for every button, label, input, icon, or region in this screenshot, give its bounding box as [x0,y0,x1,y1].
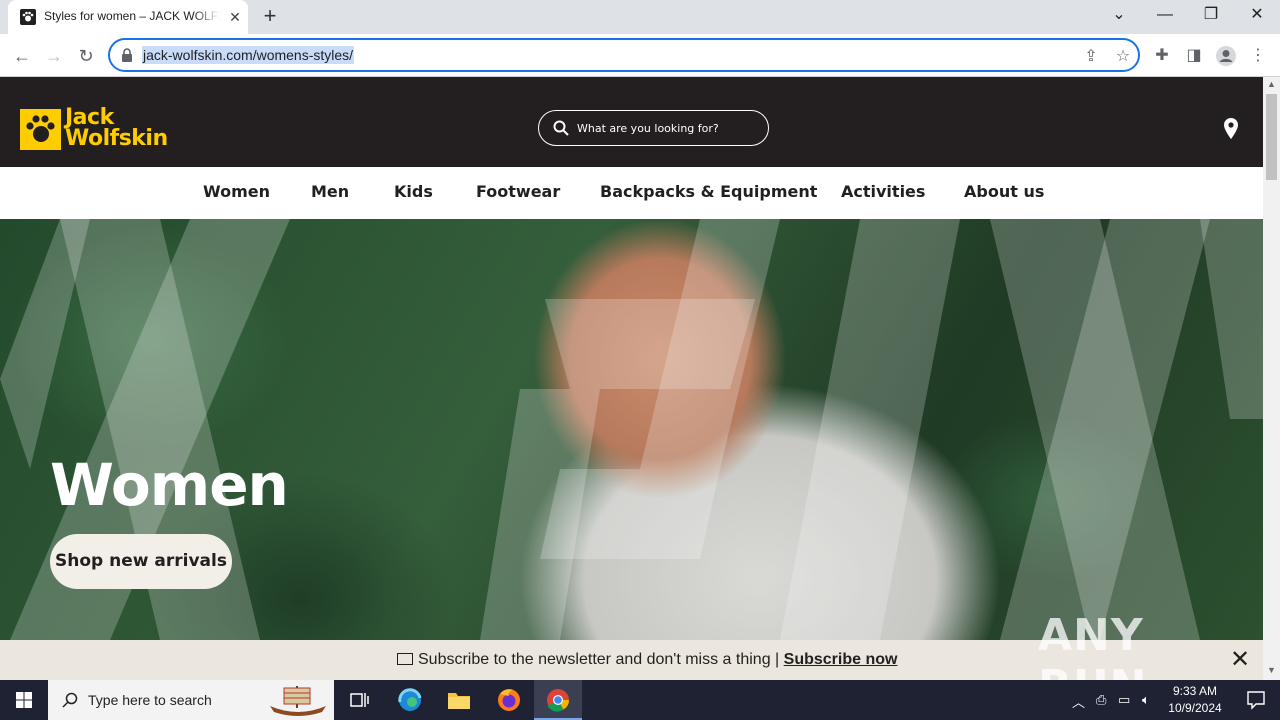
volume-icon[interactable]: 🔈︎ [1142,692,1150,708]
browser-tab-strip: Styles for women – JACK WOLFSKIN ✕ + ⌄ —… [0,0,1280,34]
shop-new-arrivals-button[interactable]: Shop new arrivals [50,534,232,589]
site-favicon-icon [20,9,36,25]
tab-search-chevron-icon[interactable]: ⌄ [1096,0,1142,34]
chrome-icon[interactable] [534,680,582,720]
taskbar-search-box[interactable]: Type here to search [48,680,334,720]
taskbar-clock[interactable]: 9:33 AM 10/9/2024 [1162,683,1228,717]
store-locator-pin-icon[interactable] [1221,117,1241,141]
tab-title: Styles for women – JACK WOLFSKIN [44,9,220,23]
new-tab-button[interactable]: + [258,5,282,29]
task-view-icon[interactable] [336,680,384,720]
subscribe-now-link[interactable]: Subscribe now [784,651,898,668]
close-window-button[interactable]: ✕ [1234,0,1280,34]
windows-taskbar: Type here to search ︿ ⎙ ▭ 🔈︎ 9:33 AM 10/… [0,680,1280,720]
page-scrollbar[interactable]: ▲ ▼ [1263,77,1280,680]
browser-menu-icon[interactable]: ⋮ [1246,44,1270,68]
side-panel-icon[interactable]: ◨ [1182,44,1206,68]
clock-time: 9:33 AM [1172,684,1218,698]
paw-logo-icon [20,109,61,150]
share-icon[interactable]: ⇪ [1080,46,1102,68]
address-bar[interactable]: jack-wolfskin.com/womens-styles/ ⇪ ☆ [108,38,1140,72]
extensions-icon[interactable]: ✚ [1150,44,1174,68]
site-header: Jack Wolfskin [0,77,1263,167]
nav-backpacks-equipment[interactable]: Backpacks & Equipment [600,182,817,201]
tab-close-icon[interactable]: ✕ [226,8,244,26]
scroll-thumb[interactable] [1266,94,1277,180]
nav-kids[interactable]: Kids [394,182,433,201]
lock-icon [122,48,132,62]
tray-device-icon[interactable]: ⎙ [1096,692,1106,708]
nav-women[interactable]: Women [203,182,270,201]
taskbar-search-text: Type here to search [88,692,212,708]
envelope-icon [397,653,413,665]
logo-wordmark: Jack Wolfskin [65,107,168,151]
tray-chevron-up-icon[interactable]: ︿ [1072,692,1085,711]
taskbar-search-icon [62,692,78,708]
clock-date: 10/9/2024 [1168,701,1222,715]
search-icon [553,120,569,136]
site-search-box[interactable] [538,110,769,146]
viking-ship-icon [270,686,326,716]
windows-start-icon[interactable] [0,680,48,720]
browser-toolbar: ← → ↻ jack-wolfskin.com/womens-styles/ ⇪… [0,34,1280,77]
firefox-icon[interactable] [485,680,533,720]
notifications-icon[interactable] [1232,680,1280,720]
nav-activities[interactable]: Activities [841,182,925,201]
bookmark-star-icon[interactable]: ☆ [1112,46,1134,68]
main-navigation: Women Men Kids Footwear Backpacks & Equi… [0,167,1263,219]
edge-browser-icon[interactable] [386,680,434,720]
newsletter-text: Subscribe to the newsletter and don't mi… [418,651,784,668]
scroll-up-arrow-icon[interactable]: ▲ [1267,79,1276,89]
back-button[interactable]: ← [8,42,36,70]
hero-banner: Women Shop new arrivals [0,219,1263,640]
reload-button[interactable]: ↻ [72,42,100,70]
network-icon[interactable]: ▭ [1118,692,1130,708]
search-input[interactable] [577,119,757,137]
nav-footwear[interactable]: Footwear [476,182,560,201]
nav-about-us[interactable]: About us [964,182,1044,201]
scroll-down-arrow-icon[interactable]: ▼ [1267,665,1276,675]
anyrun-watermark: ANY RUN [1038,610,1146,712]
browser-tab[interactable]: Styles for women – JACK WOLFSKIN ✕ [8,0,248,34]
newsletter-message: Subscribe to the newsletter and don't mi… [397,651,897,669]
file-explorer-icon[interactable] [435,680,483,720]
nav-men[interactable]: Men [311,182,349,201]
hero-title: Women [50,451,289,519]
profile-avatar-icon[interactable] [1214,44,1238,68]
url-text[interactable]: jack-wolfskin.com/womens-styles/ [142,46,355,64]
jack-wolfskin-logo[interactable]: Jack Wolfskin [20,107,180,151]
forward-button[interactable]: → [40,42,68,70]
minimize-button[interactable]: — [1142,0,1188,34]
logo-line-2: Wolfskin [65,126,168,151]
restore-button[interactable]: ❐ [1188,0,1234,34]
